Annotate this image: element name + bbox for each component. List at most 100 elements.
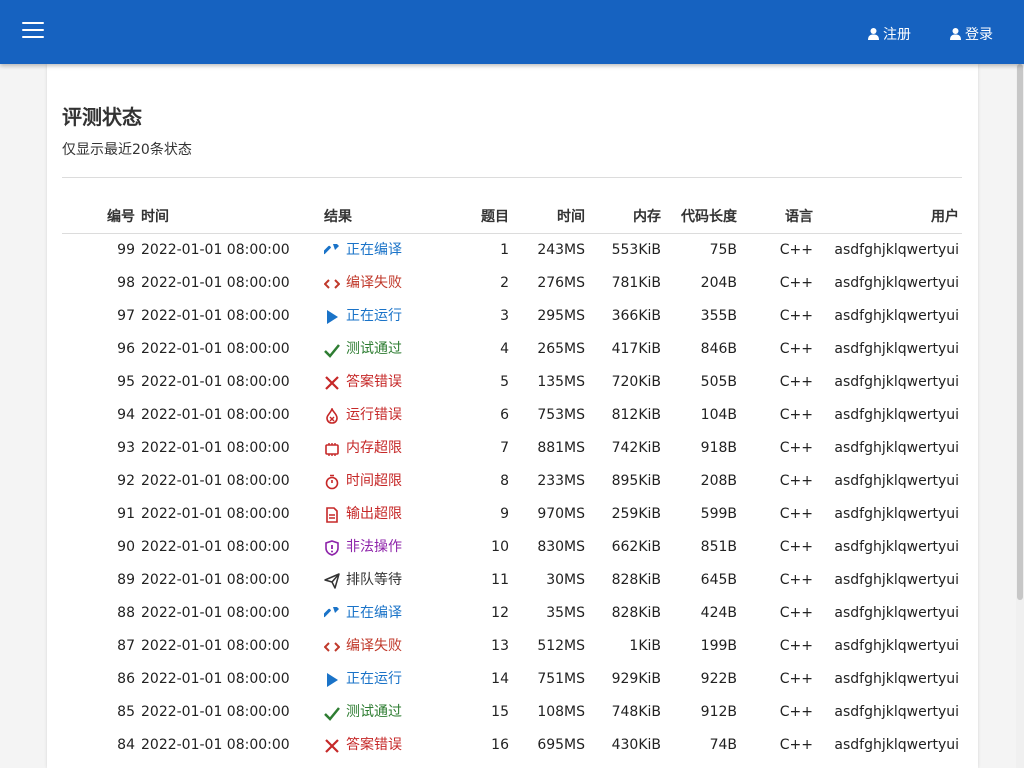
result-link[interactable]: 测试通过 xyxy=(346,696,402,729)
memory-used-cell: 812KiB xyxy=(611,407,661,423)
result-link[interactable]: 输出超限 xyxy=(346,498,402,531)
submission-id-cell: 89 xyxy=(117,572,135,588)
table-row: 93 2022-01-01 08:00:00 内存超限 7 881MS 742KiB 918… xyxy=(62,432,962,465)
language-cell: C++ xyxy=(779,704,813,720)
login-link[interactable]: 登录 xyxy=(950,24,993,44)
result-cell: 运行错误 xyxy=(324,399,402,432)
user-name-cell: asdfghjklqwertyui xyxy=(834,407,959,423)
table-row: 92 2022-01-01 08:00:00 时间超限 8 233MS 895KiB 208… xyxy=(62,465,962,498)
scrollbar-thumb[interactable] xyxy=(1017,64,1023,600)
page-title: 评测状态 xyxy=(62,105,142,129)
problem-id-cell: 14 xyxy=(491,671,509,687)
memory-used-cell: 662KiB xyxy=(611,539,661,555)
code-length-cell: 922B xyxy=(700,671,737,687)
user-name-cell: asdfghjklqwertyui xyxy=(834,341,959,357)
result-cell: 正在编译 xyxy=(324,234,402,267)
language-cell: C++ xyxy=(779,638,813,654)
column-header-memory: 内存 xyxy=(633,209,661,225)
result-link[interactable]: 非法操作 xyxy=(346,531,402,564)
submit-time-cell: 2022-01-01 08:00:00 xyxy=(141,308,290,324)
result-link[interactable]: 正在编译 xyxy=(346,234,402,267)
submit-time-cell: 2022-01-01 08:00:00 xyxy=(141,374,290,390)
check-icon xyxy=(324,343,340,358)
run-time-cell: 970MS xyxy=(537,506,585,522)
run-time-cell: 753MS xyxy=(537,407,585,423)
memory-used-cell: 553KiB xyxy=(611,242,661,258)
register-link[interactable]: 注册 xyxy=(868,24,911,44)
submission-id-cell: 96 xyxy=(117,341,135,357)
user-name-cell: asdfghjklqwertyui xyxy=(834,539,959,555)
table-row: 94 2022-01-01 08:00:00 运行错误 6 753MS 812KiB 104… xyxy=(62,399,962,432)
result-link[interactable]: 运行错误 xyxy=(346,399,402,432)
result-link[interactable]: 答案错误 xyxy=(346,729,402,762)
run-time-cell: 135MS xyxy=(537,374,585,390)
hammer-icon xyxy=(324,606,339,617)
submission-id-cell: 95 xyxy=(117,374,135,390)
language-cell: C++ xyxy=(779,605,813,621)
result-cell: 答案错误 xyxy=(324,366,402,399)
menu-icon[interactable] xyxy=(22,22,44,44)
run-time-cell: 830MS xyxy=(537,539,585,555)
code-length-cell: 505B xyxy=(700,374,737,390)
table-row: 99 2022-01-01 08:00:00 正在编译 1 243MS 553KiB 75B… xyxy=(62,234,962,267)
result-link[interactable]: 答案错误 xyxy=(346,366,402,399)
submit-time-cell: 2022-01-01 08:00:00 xyxy=(141,704,290,720)
user-name-cell: asdfghjklqwertyui xyxy=(834,671,959,687)
memory-used-cell: 720KiB xyxy=(611,374,661,390)
run-time-cell: 295MS xyxy=(537,308,585,324)
result-link[interactable]: 编译失败 xyxy=(346,267,402,300)
result-link[interactable]: 正在运行 xyxy=(346,300,402,333)
code-length-cell: 912B xyxy=(700,704,737,720)
table-row: 95 2022-01-01 08:00:00 答案错误 5 135MS 720KiB 505… xyxy=(62,366,962,399)
code-length-cell: 918B xyxy=(700,440,737,456)
code-length-cell: 599B xyxy=(700,506,737,522)
problem-id-cell: 10 xyxy=(491,539,509,555)
user-name-cell: asdfghjklqwertyui xyxy=(834,440,959,456)
submission-id-cell: 99 xyxy=(117,242,135,258)
result-link[interactable]: 正在运行 xyxy=(346,663,402,696)
fire-icon xyxy=(326,407,338,424)
page-scrollbar[interactable] xyxy=(1016,64,1024,768)
language-cell: C++ xyxy=(779,407,813,423)
problem-id-cell: 4 xyxy=(500,341,509,357)
language-cell: C++ xyxy=(779,572,813,588)
chip-icon xyxy=(325,442,339,456)
result-cell: 答案错误 xyxy=(324,729,402,762)
result-link[interactable]: 排队等待 xyxy=(346,564,402,597)
result-cell: 正在编译 xyxy=(324,597,402,630)
result-cell: 输出超限 xyxy=(324,498,402,531)
code-length-cell: 424B xyxy=(700,605,737,621)
table-row: 90 2022-01-01 08:00:00 非法操作 10 830MS 662KiB 85… xyxy=(62,531,962,564)
language-cell: C++ xyxy=(779,440,813,456)
submit-time-cell: 2022-01-01 08:00:00 xyxy=(141,506,290,522)
column-header-id: 编号 xyxy=(107,209,135,225)
submit-time-cell: 2022-01-01 08:00:00 xyxy=(141,473,290,489)
result-cell: 测试通过 xyxy=(324,696,402,729)
code-length-cell: 104B xyxy=(700,407,737,423)
x-icon xyxy=(325,738,339,753)
run-time-cell: 108MS xyxy=(537,704,585,720)
table-row: 89 2022-01-01 08:00:00 排队等待 11 30MS 828KiB 645… xyxy=(62,564,962,597)
column-header-time: 时间 xyxy=(141,209,169,225)
run-time-cell: 881MS xyxy=(537,440,585,456)
memory-used-cell: 742KiB xyxy=(611,440,661,456)
column-header-code-length: 代码长度 xyxy=(681,209,737,225)
run-time-cell: 276MS xyxy=(537,275,585,291)
result-link[interactable]: 时间超限 xyxy=(346,465,402,498)
memory-used-cell: 366KiB xyxy=(611,308,661,324)
result-link[interactable]: 正在编译 xyxy=(346,597,402,630)
language-cell: C++ xyxy=(779,737,813,753)
memory-used-cell: 828KiB xyxy=(611,605,661,621)
submission-id-cell: 98 xyxy=(117,275,135,291)
submission-id-cell: 88 xyxy=(117,605,135,621)
result-link[interactable]: 测试通过 xyxy=(346,333,402,366)
problem-id-cell: 1 xyxy=(500,242,509,258)
result-link[interactable]: 编译失败 xyxy=(346,630,402,663)
submit-time-cell: 2022-01-01 08:00:00 xyxy=(141,440,290,456)
submission-id-cell: 85 xyxy=(117,704,135,720)
problem-id-cell: 9 xyxy=(500,506,509,522)
run-time-cell: 512MS xyxy=(537,638,585,654)
code-length-cell: 75B xyxy=(709,242,737,258)
result-link[interactable]: 内存超限 xyxy=(346,432,402,465)
user-icon xyxy=(950,28,961,40)
